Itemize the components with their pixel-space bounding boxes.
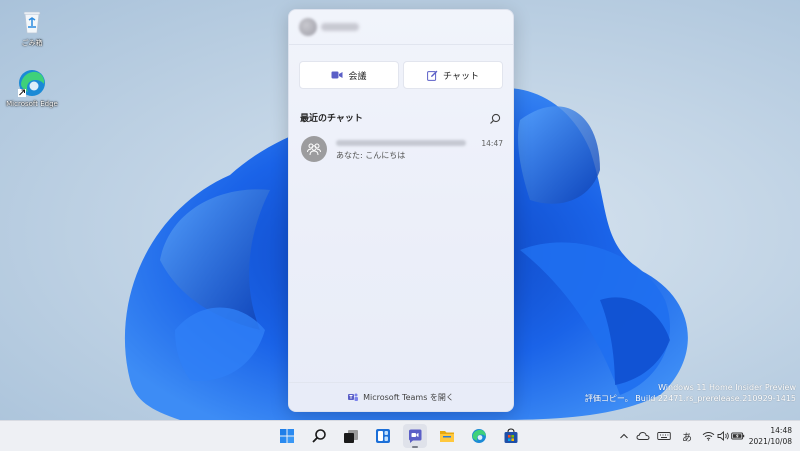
chat-list-item[interactable]: 14:47 あなた: こんにちは [293, 130, 509, 166]
widgets-button[interactable] [371, 424, 395, 448]
desktop-icon-edge[interactable]: Microsoft Edge [5, 68, 59, 108]
task-view-icon [344, 430, 358, 443]
edge-icon [17, 68, 47, 98]
file-explorer-icon [440, 431, 454, 442]
edge-taskbar-button[interactable] [467, 424, 491, 448]
desktop-icon-label: ごみ箱 [21, 39, 43, 47]
ime-mode-button[interactable]: あ [680, 429, 694, 444]
watermark-line-1: Windows 11 Home Insider Preview [658, 383, 796, 392]
show-hidden-icons-button[interactable] [617, 429, 631, 443]
volume-tray-button[interactable] [716, 429, 730, 443]
network-tray-button[interactable] [701, 429, 715, 443]
meet-button[interactable]: 会議 [299, 61, 399, 89]
user-avatar[interactable] [299, 18, 317, 36]
new-chat-button-label: チャット [443, 71, 479, 82]
user-name-blurred [321, 23, 359, 31]
desktop-icon-recycle-bin[interactable]: ごみ箱 [5, 6, 59, 48]
start-button[interactable] [275, 424, 299, 448]
compose-icon [427, 70, 438, 81]
group-avatar-icon [301, 136, 327, 162]
new-chat-button[interactable]: チャット [403, 61, 503, 89]
desktop-icon-label: Microsoft Edge [6, 100, 58, 108]
widgets-icon [376, 429, 390, 443]
chat-timestamp: 14:47 [481, 139, 503, 148]
search-button[interactable] [307, 424, 331, 448]
recent-chats-title: 最近のチャット [300, 114, 363, 124]
chat-flyout: 会議 チャット 最近のチャット 14:47 あなた: こんにちは Microso… [288, 9, 514, 412]
watermark-line-2: 評価コピー。 Build 22471.rs_prerelease.210929-… [584, 394, 796, 403]
system-clock[interactable]: 14:48 2021/10/08 [749, 425, 792, 447]
ime-mode-label: あ [682, 432, 692, 444]
windows-watermark: Windows 11 Home Insider Preview 評価コピー。 B… [585, 382, 796, 404]
meet-button-label: 会議 [348, 71, 367, 82]
battery-charging-icon [731, 432, 745, 440]
task-view-button[interactable] [339, 424, 363, 448]
active-indicator [412, 446, 418, 448]
open-teams-label: Microsoft Teams を開く [363, 392, 454, 402]
chat-taskbar-button[interactable] [403, 424, 427, 448]
open-teams-link[interactable]: Microsoft Teams を開く [289, 382, 513, 411]
clock-time: 14:48 [770, 426, 792, 435]
clock-date: 2021/10/08 [748, 437, 792, 446]
onedrive-tray-button[interactable] [636, 429, 650, 443]
search-icon[interactable] [489, 110, 501, 124]
recycle-bin-icon [17, 6, 47, 36]
file-explorer-button[interactable] [435, 424, 459, 448]
chat-preview: あなた: こんにちは [336, 151, 406, 160]
wifi-icon [702, 432, 714, 441]
battery-tray-button[interactable] [731, 429, 745, 443]
video-camera-icon [331, 70, 343, 80]
cloud-icon [636, 431, 650, 440]
keyboard-tray-button[interactable] [657, 429, 671, 443]
chat-header [289, 10, 513, 45]
speaker-icon [717, 431, 729, 441]
edge-icon [472, 429, 486, 443]
chat-icon [409, 429, 422, 443]
search-icon [312, 429, 326, 443]
chevron-up-icon [620, 433, 628, 439]
keyboard-icon [657, 432, 671, 440]
taskbar: あ 14:48 2021/10/08 [0, 420, 800, 451]
store-button[interactable] [499, 424, 523, 448]
store-icon [504, 428, 518, 443]
chat-name-blurred [336, 140, 466, 146]
start-icon [280, 429, 294, 443]
teams-icon [348, 392, 359, 402]
